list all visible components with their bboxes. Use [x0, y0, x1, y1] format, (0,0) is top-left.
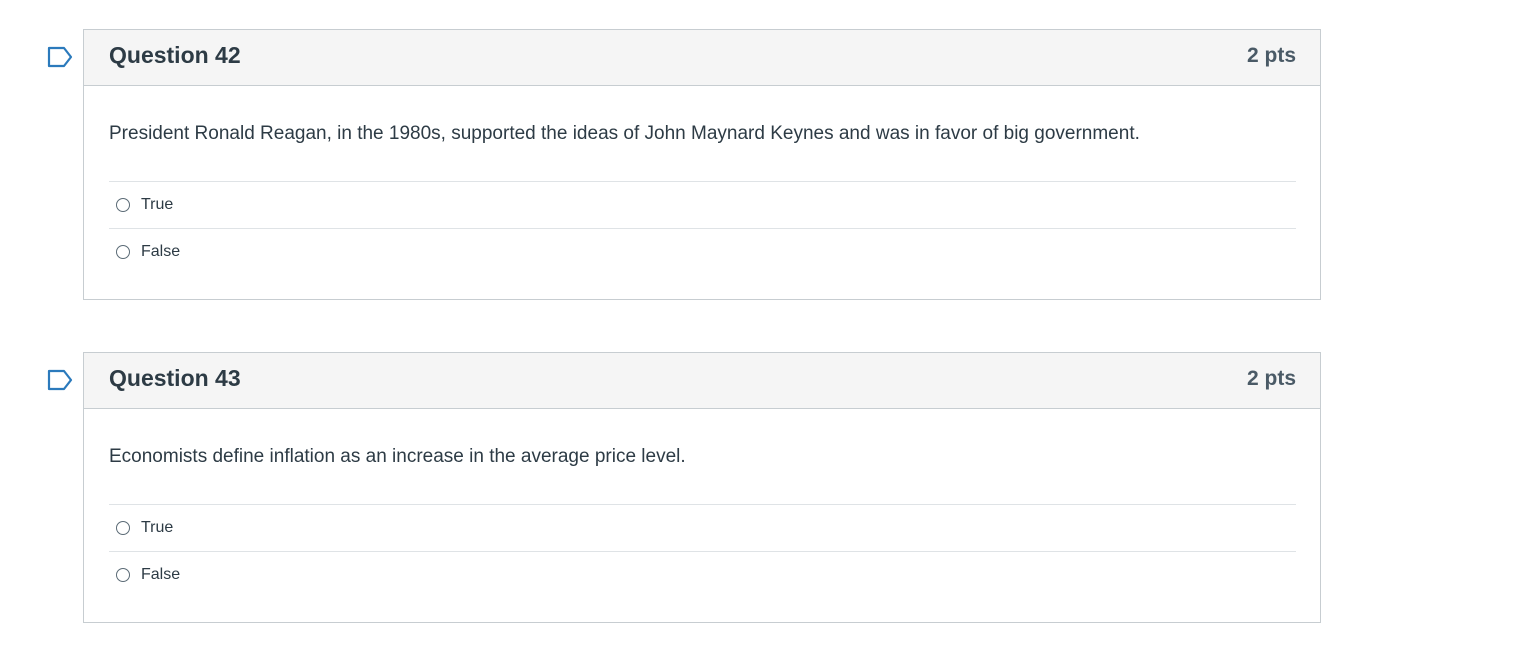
- answer-list: True False: [109, 182, 1296, 297]
- radio-button[interactable]: [116, 568, 130, 582]
- question-header: Question 43 2 pts: [84, 353, 1320, 409]
- question-card: Question 42 2 pts President Ronald Reaga…: [83, 29, 1321, 300]
- answer-label: False: [141, 243, 181, 260]
- question-text: President Ronald Reagan, in the 1980s, s…: [109, 86, 1296, 182]
- answer-label: True: [141, 196, 174, 213]
- question-body: Economists define inflation as an increa…: [84, 409, 1320, 620]
- question-title: Question 42: [109, 42, 241, 68]
- question-header: Question 42 2 pts: [84, 30, 1320, 86]
- answer-list: True False: [109, 505, 1296, 620]
- question-points: 2 pts: [1246, 367, 1296, 390]
- question-text: Economists define inflation as an increa…: [109, 409, 1296, 505]
- flag-question-icon[interactable]: [47, 46, 73, 68]
- answer-true[interactable]: True: [109, 182, 1296, 229]
- radio-button[interactable]: [116, 521, 130, 535]
- answer-true[interactable]: True: [109, 505, 1296, 552]
- question-title: Question 43: [109, 365, 241, 391]
- flag-question-icon[interactable]: [47, 369, 73, 391]
- question-card: Question 43 2 pts Economists define infl…: [83, 352, 1321, 623]
- answer-label: False: [141, 566, 181, 583]
- answer-false[interactable]: False: [109, 229, 1296, 275]
- radio-button[interactable]: [116, 245, 130, 259]
- question-points: 2 pts: [1246, 44, 1296, 67]
- question-body: President Ronald Reagan, in the 1980s, s…: [84, 86, 1320, 297]
- answer-false[interactable]: False: [109, 552, 1296, 598]
- answer-label: True: [141, 519, 174, 536]
- radio-button[interactable]: [116, 198, 130, 212]
